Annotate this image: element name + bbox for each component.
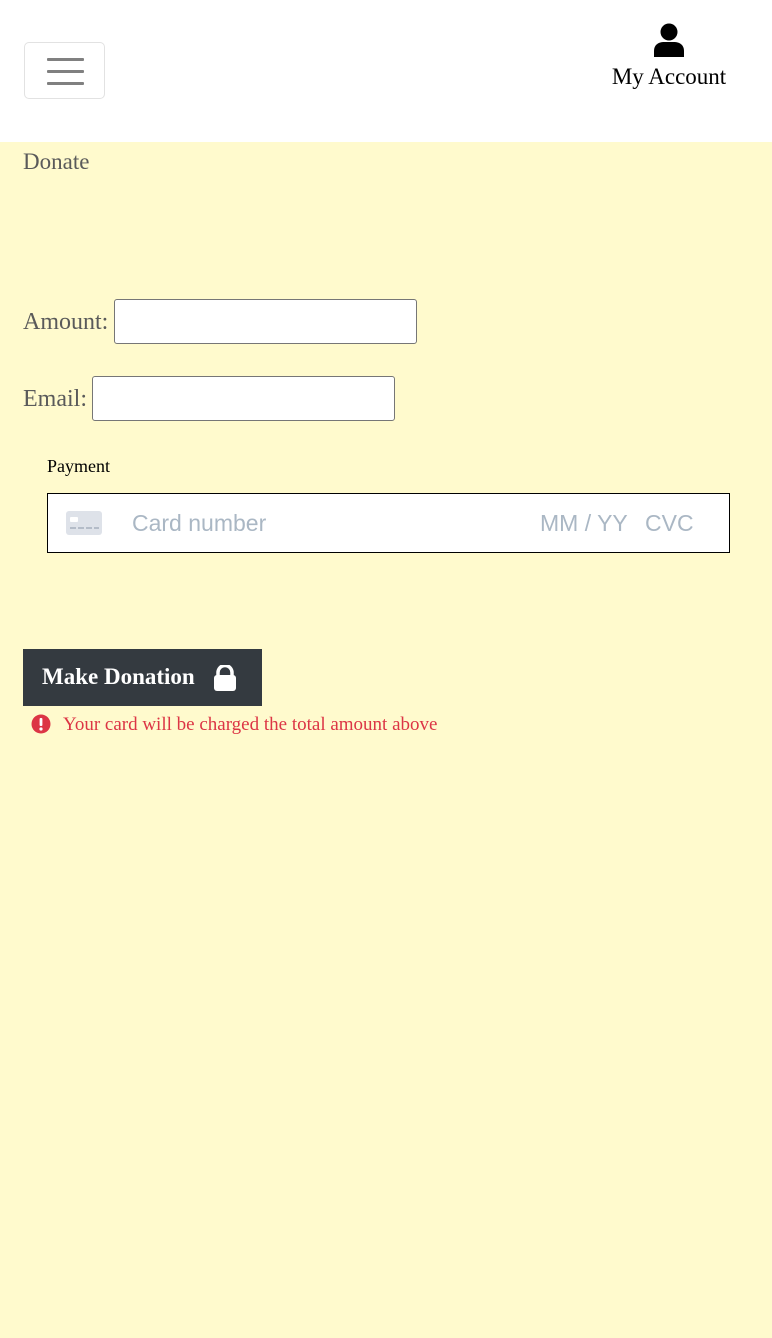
hamburger-menu-icon-bar-bottom — [47, 82, 84, 85]
card-input[interactable]: Card number MM / YY CVC — [47, 493, 730, 553]
my-account-label: My Account — [611, 64, 727, 89]
exclamation-circle-icon — [31, 714, 51, 734]
make-donation-label: Make Donation — [42, 664, 195, 689]
email-input[interactable] — [92, 376, 395, 421]
amount-input[interactable] — [114, 299, 417, 344]
page-title: Donate — [23, 149, 90, 174]
card-cvc-placeholder[interactable]: CVC — [645, 508, 694, 538]
email-label: Email: — [23, 386, 87, 412]
lock-icon — [214, 665, 236, 691]
card-number-placeholder[interactable]: Card number — [132, 508, 266, 538]
payment-label: Payment — [47, 456, 110, 476]
charge-notice-text: Your card will be charged the total amou… — [63, 714, 438, 735]
user-icon — [654, 23, 684, 57]
credit-card-icon — [66, 511, 102, 535]
amount-label: Amount: — [23, 309, 109, 335]
menu-toggle-button[interactable] — [24, 42, 105, 99]
hamburger-menu-icon-bar-middle — [47, 70, 84, 73]
make-donation-button[interactable]: Make Donation — [23, 649, 262, 706]
amount-row: Amount: — [23, 299, 418, 345]
email-row: Email: — [23, 376, 396, 422]
hamburger-menu-icon-bar-top — [47, 58, 84, 61]
navbar: My Account — [0, 0, 772, 142]
my-account-link[interactable]: My Account — [596, 20, 742, 96]
card-expiry-placeholder[interactable]: MM / YY — [540, 508, 628, 538]
